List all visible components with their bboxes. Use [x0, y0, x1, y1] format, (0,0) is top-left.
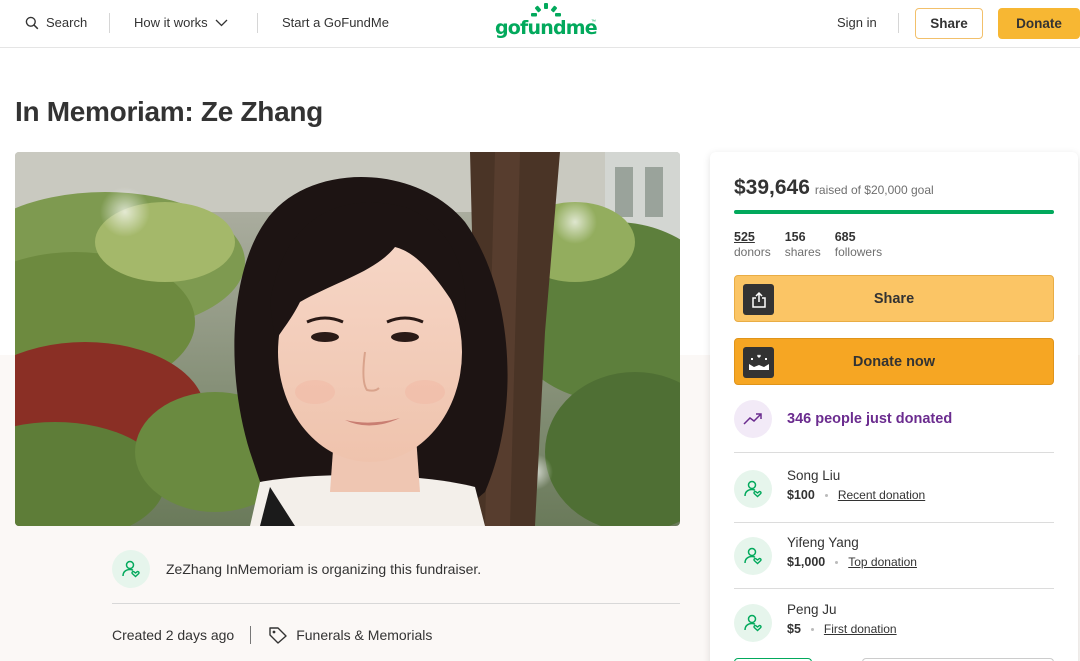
donation-info: Peng Ju $5 First donation: [787, 602, 897, 636]
donate-icon-box: [743, 347, 774, 378]
share-icon-box: [743, 284, 774, 315]
nav-divider: [109, 13, 110, 33]
stat-followers: 685 followers: [835, 230, 882, 259]
hands-heart-icon: [748, 354, 769, 370]
trend-icon-circle: [734, 400, 772, 438]
donation-info: Yifeng Yang $1,000 Top donation: [787, 535, 917, 569]
logo-wordmark: gofundme: [495, 17, 598, 39]
donation-item: Peng Ju $5 First donation: [734, 602, 897, 642]
stat-donors[interactable]: 525 donors: [734, 230, 771, 259]
recent-activity-text[interactable]: 346 people just donated: [787, 411, 952, 427]
organizer-avatar: [112, 550, 150, 588]
campaign-stats: 525 donors 156 shares 685 followers: [734, 230, 896, 259]
donation-details: $5 First donation: [787, 622, 897, 636]
stat-shares: 156 shares: [785, 230, 821, 259]
page-title: In Memoriam: Ze Zhang: [15, 96, 323, 127]
share-button-label: Share: [873, 290, 915, 307]
user-heart-icon: [744, 547, 762, 565]
header-share-button[interactable]: Share: [915, 8, 983, 39]
start-gofundme-link[interactable]: Start a GoFundMe: [282, 15, 389, 30]
nav-divider: [257, 13, 258, 33]
raised-amount: $39,646: [734, 176, 810, 199]
stat-label: followers: [834, 245, 883, 259]
chevron-down-icon: [215, 19, 228, 26]
start-gofundme-label: Start a GoFundMe: [282, 15, 389, 30]
stat-label: donors: [734, 245, 771, 259]
organizer-text: ZeZhang InMemoriam is organizing this fu…: [166, 561, 482, 577]
amount-raised: $39,646 raised of $20,000 goal: [734, 176, 934, 200]
logo-trademark: ™: [591, 19, 596, 25]
divider: [734, 588, 1054, 589]
stat-label: shares: [784, 245, 821, 259]
divider: [734, 452, 1054, 453]
tag-icon: [269, 627, 287, 644]
top-donation-link[interactable]: Top donation: [848, 555, 917, 569]
stat-number: 156: [784, 230, 806, 244]
progress-bar: [734, 210, 1054, 214]
donation-details: $1,000 Top donation: [787, 555, 917, 569]
donation-amount: $1,000: [787, 555, 826, 569]
donor-avatar: [734, 604, 772, 642]
first-donation-link[interactable]: First donation: [824, 622, 897, 636]
donation-item: Yifeng Yang $1,000 Top donation: [734, 535, 917, 575]
donation-details: $100 Recent donation: [787, 488, 925, 502]
how-it-works-menu[interactable]: How it works: [134, 15, 228, 30]
user-heart-icon: [744, 480, 762, 498]
donate-now-button[interactable]: Donate now: [734, 338, 1054, 385]
donor-name: Peng Ju: [787, 602, 837, 617]
meta-divider: [250, 626, 252, 644]
gofundme-logo[interactable]: gofundme ™: [495, 3, 605, 43]
sign-in-link[interactable]: Sign in: [837, 15, 877, 30]
donation-amount: $5: [787, 622, 801, 636]
progress-fill: [734, 210, 1054, 214]
organizer-row: ZeZhang InMemoriam is organizing this fu…: [112, 550, 481, 588]
donor-avatar: [734, 537, 772, 575]
share-icon: [751, 291, 766, 308]
separator-dot: [835, 560, 839, 564]
stat-number: 525: [734, 230, 755, 244]
stat-number: 685: [834, 230, 856, 244]
header-donate-button[interactable]: Donate: [998, 8, 1080, 39]
created-date: Created 2 days ago: [112, 627, 235, 643]
donation-amount: $100: [787, 488, 815, 502]
divider: [112, 603, 680, 604]
user-heart-icon: [122, 560, 140, 578]
goal-text: raised of $20,000 goal: [814, 183, 934, 197]
donate-now-label: Donate now: [852, 353, 936, 370]
search-link[interactable]: Search: [25, 15, 87, 30]
search-icon: [25, 16, 39, 29]
how-it-works-label: How it works: [134, 15, 208, 30]
separator-dot: [810, 627, 814, 631]
trending-up-icon: [743, 413, 762, 425]
category-link[interactable]: Funerals & Memorials: [296, 627, 432, 643]
donation-info: Song Liu $100 Recent donation: [787, 468, 925, 502]
search-label: Search: [46, 15, 88, 30]
nav-divider: [898, 13, 899, 33]
donor-avatar: [734, 470, 772, 508]
user-heart-icon: [744, 614, 762, 632]
donor-name: Yifeng Yang: [787, 535, 859, 550]
share-button[interactable]: Share: [734, 275, 1054, 322]
donation-card: $39,646 raised of $20,000 goal 525 donor…: [710, 152, 1078, 661]
top-navigation-bar: Search How it works Start a GoFundMe gof…: [0, 0, 1080, 48]
divider: [734, 522, 1054, 523]
recent-activity: 346 people just donated: [734, 400, 952, 438]
donor-name: Song Liu: [787, 468, 841, 483]
recent-donation-link[interactable]: Recent donation: [838, 488, 925, 502]
donation-item: Song Liu $100 Recent donation: [734, 468, 925, 508]
campaign-photo: [15, 152, 680, 526]
campaign-meta: Created 2 days ago Funerals & Memorials: [112, 626, 432, 644]
separator-dot: [824, 493, 828, 497]
